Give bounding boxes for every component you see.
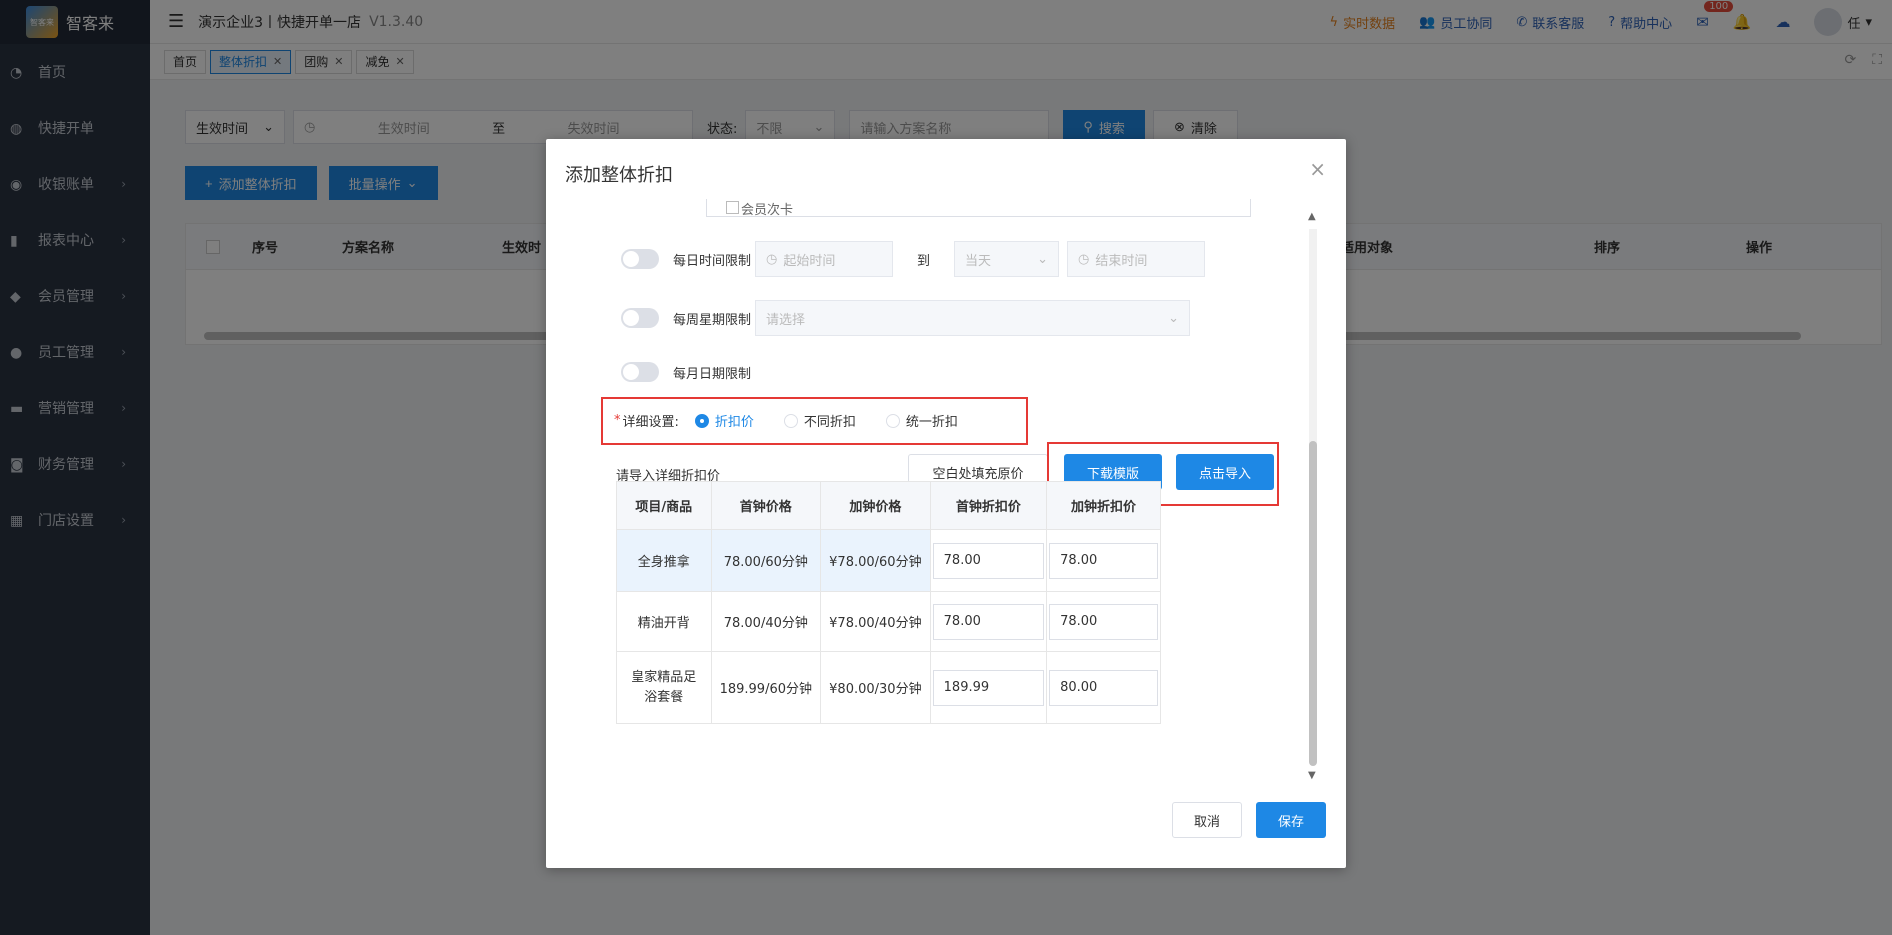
radio-discount-price-label: 折扣价 (714, 415, 754, 430)
add-price: ¥80.00/30分钟 (820, 651, 931, 724)
weekly-limit-label: 每周星期限制 (673, 312, 752, 328)
weekday-select[interactable]: 请选择 ⌄ (755, 300, 1191, 336)
first-discount-input[interactable]: 189.99 (932, 669, 1045, 706)
radio-different-discount-label: 不同折扣 (803, 415, 856, 430)
chevron-down-icon: ⌄ (1037, 251, 1049, 267)
header-first-price: 首钟价格 (710, 481, 822, 530)
header-item: 项目/商品 (616, 481, 712, 530)
header-add-price: 加钟价格 (820, 481, 931, 530)
click-import-label: 点击导入 (1198, 465, 1251, 481)
first-price: 78.00/40分钟 (710, 591, 822, 652)
weekly-limit-row: 每周星期限制 请选择 ⌄ (621, 300, 1191, 336)
add-discount-input[interactable]: 78.00 (1049, 603, 1158, 640)
radio-discount-price[interactable]: 折扣价 (694, 411, 754, 430)
daily-limit-switch[interactable] (621, 249, 659, 269)
click-import-button[interactable]: 点击导入 (1176, 454, 1274, 490)
weekday-placeholder: 请选择 (766, 312, 806, 328)
dialog-footer: 取消 保存 (1172, 802, 1326, 838)
dialog-title: 添加整体折扣 (565, 165, 673, 186)
table-row: 精油开背 78.00/40分钟 ¥78.00/40分钟 78.00 78.00 (616, 591, 1161, 652)
daily-start-time-input[interactable]: ◷ 起始时间 (755, 241, 894, 277)
add-discount-input[interactable]: 78.00 (1049, 542, 1158, 579)
detail-settings-label: 详细设置: (622, 415, 679, 430)
download-template-label: 下载模版 (1086, 465, 1139, 481)
daily-limit-label: 每日时间限制 (673, 253, 752, 269)
clock-icon: ◷ (766, 251, 778, 267)
end-time-placeholder: 结束时间 (1095, 253, 1148, 269)
add-price: ¥78.00/40分钟 (820, 591, 931, 652)
same-day-select[interactable]: 当天 ⌄ (954, 241, 1060, 277)
detail-price-table: 项目/商品 首钟价格 加钟价格 首钟折扣价 加钟折扣价 全身推拿 78.00/6… (616, 481, 1161, 724)
header-first-discount: 首钟折扣价 (929, 481, 1048, 530)
detail-settings-row: * 详细设置: 折扣价 不同折扣 统一折扣 (614, 411, 980, 430)
table-row: 皇家精品足浴套餐 189.99/60分钟 ¥80.00/30分钟 189.99 … (616, 651, 1161, 724)
close-icon[interactable]: × (1309, 157, 1326, 181)
clock-icon: ◷ (1078, 251, 1090, 267)
daily-limit-row: 每日时间限制 ◷ 起始时间 到 当天 ⌄ ◷ 结束时间 (621, 241, 1206, 277)
fill-original-label: 空白处填充原价 (932, 465, 1024, 481)
save-label: 保存 (1277, 813, 1304, 829)
radio-different-discount[interactable]: 不同折扣 (783, 411, 856, 430)
required-mark: * (614, 413, 621, 428)
cancel-label: 取消 (1193, 813, 1220, 829)
table-row: 全身推拿 78.00/60分钟 ¥78.00/60分钟 78.00 78.00 (616, 529, 1161, 592)
add-discount-input[interactable]: 80.00 (1049, 669, 1158, 706)
add-discount-dialog: 添加整体折扣 × ▲ ▼ 会员次卡 每日时间限制 ◷ 起始时间 到 当天 ⌄ ◷ 结束… (546, 139, 1346, 868)
dialog-body: 会员次卡 每日时间限制 ◷ 起始时间 到 当天 ⌄ ◷ 结束时间 每周星期限制 请选择… (546, 199, 1322, 779)
item-name: 全身推拿 (616, 529, 712, 592)
weekly-limit-switch[interactable] (621, 308, 659, 328)
monthly-limit-row: 每月日期限制 (621, 362, 751, 382)
same-day-value: 当天 (965, 253, 992, 269)
item-name: 皇家精品足浴套餐 (616, 651, 712, 724)
header-add-discount: 加钟折扣价 (1046, 481, 1161, 530)
start-time-placeholder: 起始时间 (783, 253, 836, 269)
first-price: 78.00/60分钟 (710, 529, 822, 592)
table-header-row: 项目/商品 首钟价格 加钟价格 首钟折扣价 加钟折扣价 (616, 481, 1161, 530)
radio-uniform-discount-label: 统一折扣 (905, 415, 958, 430)
radio-uniform-discount[interactable]: 统一折扣 (885, 411, 958, 430)
first-discount-input[interactable]: 78.00 (932, 542, 1045, 579)
item-name: 精油开背 (616, 591, 712, 652)
add-price: ¥78.00/60分钟 (820, 529, 931, 592)
cancel-button[interactable]: 取消 (1172, 802, 1242, 838)
save-button[interactable]: 保存 (1256, 802, 1326, 838)
first-discount-input[interactable]: 78.00 (932, 603, 1045, 640)
first-price: 189.99/60分钟 (710, 651, 822, 724)
monthly-limit-label: 每月日期限制 (673, 366, 752, 382)
daily-end-time-input[interactable]: ◷ 结束时间 (1067, 241, 1206, 277)
chevron-down-icon: ⌄ (1168, 310, 1180, 326)
member-card-label: 会员次卡 (741, 203, 794, 218)
member-card-checkbox[interactable] (726, 201, 739, 214)
monthly-limit-switch[interactable] (621, 362, 659, 382)
to-label: 到 (917, 253, 931, 269)
